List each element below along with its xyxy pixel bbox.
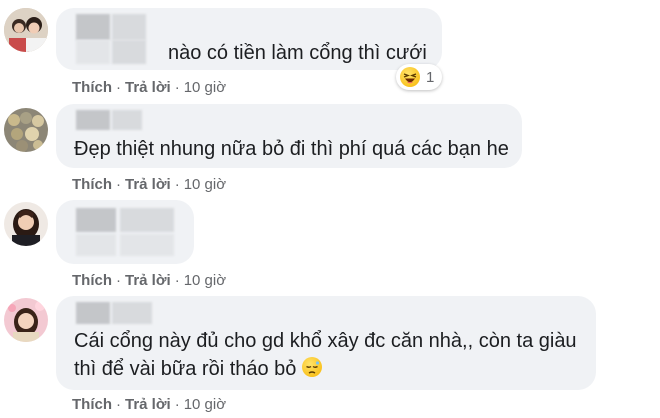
comment-actions: Thích · Trả lời · 10 giờ: [72, 176, 226, 193]
comment-thread: nào có tiền làm cổng thì cưới 1 Thích · Tr…: [0, 0, 660, 418]
avatar-photo: [4, 108, 48, 152]
separator: ·: [116, 79, 121, 96]
blurred-text: [76, 234, 116, 256]
comment-text: nào có tiền làm cổng thì cưới: [168, 42, 427, 64]
reply-button[interactable]: Trả lời: [125, 396, 171, 413]
avatar[interactable]: [4, 108, 48, 152]
separator: ·: [174, 79, 180, 96]
blurred-text: [120, 234, 174, 256]
separator: ·: [116, 272, 121, 289]
blurred-name: [76, 110, 110, 130]
reaction-badge[interactable]: 1: [396, 64, 443, 90]
comment-bubble: nào có tiền làm cổng thì cưới: [56, 8, 442, 70]
timestamp[interactable]: 10 giờ: [184, 79, 226, 96]
blurred-name: [112, 40, 146, 64]
timestamp[interactable]: 10 giờ: [184, 272, 226, 289]
comment-actions: Thích · Trả lời · 10 giờ: [72, 272, 226, 289]
separator: ·: [174, 396, 180, 413]
blurred-name: [76, 40, 110, 64]
avatar[interactable]: [4, 8, 48, 52]
reaction-count: 1: [426, 68, 435, 86]
reply-button[interactable]: Trả lời: [125, 176, 171, 193]
reply-button[interactable]: Trả lời: [125, 79, 171, 96]
blurred-name: [112, 14, 146, 40]
comment-bubble: [56, 200, 194, 264]
separator: ·: [174, 272, 180, 289]
like-button[interactable]: Thích: [72, 396, 112, 413]
avatar[interactable]: [4, 202, 48, 246]
comment-text-line-1: Cái cổng này đủ cho gd khổ xây đc căn nh…: [74, 330, 577, 352]
blurred-name: [76, 14, 110, 40]
avatar-photo: [4, 298, 48, 342]
timestamp[interactable]: 10 giờ: [184, 176, 226, 193]
comment-text: Đẹp thiệt nhung nữa bỏ đi thì phí quá cá…: [74, 138, 509, 160]
blurred-name: [112, 302, 152, 324]
disappointed-emoji-icon: [301, 357, 322, 377]
avatar-photo: [4, 8, 48, 52]
comment-actions: Thích · Trả lời · 10 giờ: [72, 79, 226, 96]
like-button[interactable]: Thích: [72, 272, 112, 289]
blurred-name: [76, 302, 110, 324]
blurred-name: [76, 208, 116, 232]
blurred-name: [112, 110, 142, 130]
like-button[interactable]: Thích: [72, 79, 112, 96]
comment-actions: Thích · Trả lời · 10 giờ: [72, 396, 226, 413]
avatar-photo: [4, 202, 48, 246]
blurred-name: [120, 208, 174, 232]
avatar[interactable]: [4, 298, 48, 342]
laughing-emoji-icon: [400, 67, 420, 87]
comment-bubble: Cái cổng này đủ cho gd khổ xây đc căn nh…: [56, 296, 596, 390]
separator: ·: [116, 176, 121, 193]
comment-bubble: Đẹp thiệt nhung nữa bỏ đi thì phí quá cá…: [56, 104, 522, 168]
like-button[interactable]: Thích: [72, 176, 112, 193]
comment-text-line-2: thì để vài bữa rồi tháo bỏ: [74, 354, 322, 384]
timestamp[interactable]: 10 giờ: [184, 396, 226, 413]
separator: ·: [116, 396, 121, 413]
reply-button[interactable]: Trả lời: [125, 272, 171, 289]
separator: ·: [174, 176, 180, 193]
